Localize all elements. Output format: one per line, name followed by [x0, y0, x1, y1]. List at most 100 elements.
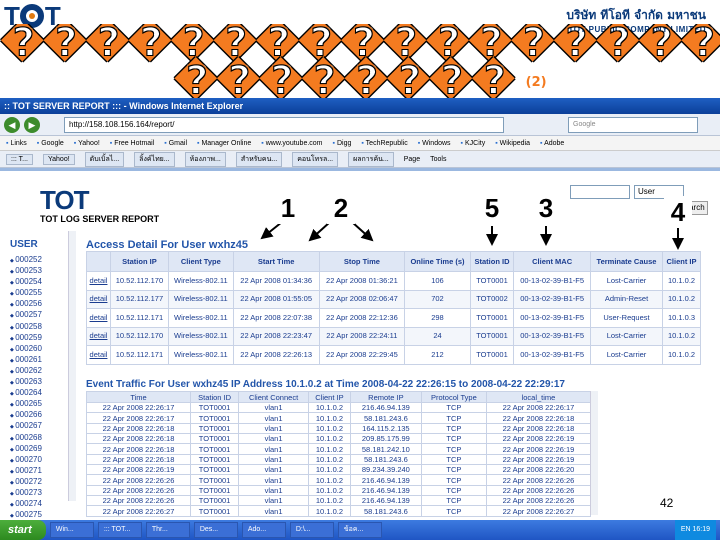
- detail-link[interactable]: detail: [85, 326, 112, 346]
- table-cell: Lost-Carrier: [589, 345, 664, 365]
- user-list-item[interactable]: 000274: [10, 499, 70, 510]
- user-list-item[interactable]: 000271: [10, 466, 70, 477]
- table-cell: 22 Apr 2008 22:26:18: [85, 443, 192, 455]
- link-item[interactable]: KJCity: [461, 140, 485, 147]
- browser-tab[interactable]: Yahoo!: [43, 153, 75, 165]
- user-list-item[interactable]: 000270: [10, 455, 70, 466]
- link-item[interactable]: Adobe: [540, 140, 564, 147]
- address-bar-row: ◀ ▶ http://158.108.156.164/report/ Googl…: [0, 114, 720, 136]
- taskbar-button[interactable]: Des...: [193, 522, 238, 538]
- user-list-item[interactable]: 000267: [10, 421, 70, 432]
- search-input[interactable]: Google: [568, 116, 698, 133]
- user-list-item[interactable]: 000265: [10, 399, 70, 410]
- table-row: 22 Apr 2008 22:26:26 TOT0001 vlan1 10.1.0.2…: [85, 474, 592, 486]
- taskbar-button[interactable]: Win...: [49, 522, 94, 538]
- browser-tab[interactable]: ดับเบิ้ลไ...: [84, 151, 125, 167]
- browser-tab[interactable]: ::: T...: [6, 153, 33, 165]
- table-cell: 22 Apr 2008 22:26:26: [485, 474, 592, 486]
- browser-tab[interactable]: ลิ้งค์ไทย...: [134, 151, 175, 167]
- user-list-item[interactable]: 000253: [10, 266, 70, 277]
- table-cell: 22 Apr 2008 22:26:26: [85, 495, 192, 507]
- link-item[interactable]: Free Hotmail: [110, 140, 154, 147]
- taskbar-button[interactable]: Ado...: [241, 522, 286, 538]
- table-row: detail 10.52.112.171 Wireless-802.11 22 Apr…: [85, 308, 701, 328]
- table-cell: 22 Apr 2008 22:26:18: [85, 453, 192, 466]
- table-cell: 22 Apr 2008 22:26:18: [85, 433, 192, 445]
- table-cell: 58.181.243.6: [349, 505, 422, 517]
- table-cell: 58.181.243.6: [349, 412, 422, 424]
- detail-link[interactable]: detail: [85, 271, 112, 291]
- user-list-item[interactable]: 000255: [10, 288, 70, 299]
- table-cell: 89.234.39.240: [349, 464, 422, 476]
- table-cell: 10.1.0.2: [308, 484, 351, 497]
- table-row: 22 Apr 2008 22:26:18 TOT0001 vlan1 10.1.0.2…: [85, 433, 592, 445]
- user-list-item[interactable]: 000264: [10, 388, 70, 399]
- toolbar-menu[interactable]: Tools: [430, 156, 446, 163]
- taskbar-button[interactable]: Thr...: [145, 522, 190, 538]
- browser-tab[interactable]: คอนโทรล...: [292, 151, 339, 167]
- table-cell: 10.1.0.2: [308, 443, 351, 455]
- user-list-item[interactable]: 000257: [10, 310, 70, 321]
- detail-link[interactable]: detail: [85, 308, 112, 328]
- link-item[interactable]: Wikipedia: [495, 140, 530, 147]
- user-list-item[interactable]: 000272: [10, 477, 70, 488]
- taskbar-button[interactable]: ข้อค...: [337, 522, 382, 538]
- link-item[interactable]: Google: [37, 140, 64, 147]
- table-cell: 10.1.0.2: [308, 422, 351, 435]
- user-list-item[interactable]: 000261: [10, 355, 70, 366]
- table-cell: vlan1: [238, 484, 309, 497]
- browser-tab[interactable]: ผลการค้น...: [348, 151, 394, 167]
- table-cell: vlan1: [238, 474, 309, 486]
- search-text-input[interactable]: [570, 185, 630, 199]
- user-list-item[interactable]: 000268: [10, 433, 70, 444]
- toolbar-menu[interactable]: Page: [404, 156, 420, 163]
- table-cell: 22 Apr 2008 22:26:18: [485, 422, 592, 435]
- user-list-item[interactable]: 000260: [10, 344, 70, 355]
- link-item[interactable]: Gmail: [164, 140, 187, 147]
- table-cell: TCP: [420, 495, 487, 507]
- start-button[interactable]: start: [0, 520, 46, 540]
- table-cell: 58.181.243.6: [349, 453, 422, 466]
- table-cell: TCP: [420, 453, 487, 466]
- table-cell: TCP: [420, 484, 487, 497]
- table-row: detail 10.52.112.171 Wireless-802.11 22 Apr…: [85, 345, 701, 365]
- column-header: Client Connect: [238, 391, 309, 403]
- table-cell: 22 Apr 2008 22:23:47: [232, 326, 320, 346]
- link-item[interactable]: TechRepublic: [361, 140, 408, 147]
- detail-link[interactable]: detail: [85, 345, 112, 365]
- user-list-item[interactable]: 000273: [10, 488, 70, 499]
- user-list-scrollbar[interactable]: [68, 231, 76, 501]
- link-item[interactable]: www.youtube.com: [261, 140, 323, 147]
- user-list-item[interactable]: 000252: [10, 255, 70, 266]
- taskbar-button[interactable]: ::: TOT...: [97, 522, 142, 538]
- user-list-item[interactable]: 000263: [10, 377, 70, 388]
- table-row: 22 Apr 2008 22:26:17 TOT0001 vlan1 10.1.0.2…: [85, 401, 592, 414]
- browser-tab[interactable]: สำหรับคน...: [235, 151, 283, 167]
- forward-button[interactable]: ▶: [24, 116, 40, 133]
- address-input[interactable]: http://158.108.156.164/report/: [64, 116, 504, 133]
- link-item[interactable]: Digg: [333, 140, 351, 147]
- user-list-item[interactable]: 000254: [10, 277, 70, 288]
- link-item[interactable]: Manager Online: [197, 140, 251, 147]
- user-list-item[interactable]: 000262: [10, 366, 70, 377]
- user-list-item[interactable]: 000256: [10, 299, 70, 310]
- event-table-scrollbar[interactable]: [590, 391, 598, 515]
- table-cell: vlan1: [238, 422, 309, 435]
- table-cell: 10.1.0.2: [308, 464, 351, 476]
- link-item[interactable]: Yahoo!: [74, 140, 100, 147]
- taskbar-button[interactable]: D:\...: [289, 522, 334, 538]
- event-traffic-title: Event Traffic For User wxhz45 IP Address…: [86, 379, 565, 390]
- detail-link[interactable]: detail: [85, 289, 112, 309]
- browser-tab[interactable]: ห้องภาพ...: [184, 151, 226, 167]
- table-cell: 216.46.94.139: [349, 495, 422, 507]
- user-list-item[interactable]: 000269: [10, 444, 70, 455]
- user-list-item[interactable]: 000266: [10, 410, 70, 421]
- link-item[interactable]: Windows: [418, 140, 450, 147]
- callout-3: 3: [532, 192, 560, 224]
- table-cell: 164.115.2.135: [349, 422, 422, 435]
- table-cell: TCP: [420, 433, 487, 445]
- back-button[interactable]: ◀: [4, 116, 20, 133]
- user-list-item[interactable]: 000259: [10, 333, 70, 344]
- table-cell: TCP: [420, 422, 487, 435]
- user-list-item[interactable]: 000258: [10, 322, 70, 333]
